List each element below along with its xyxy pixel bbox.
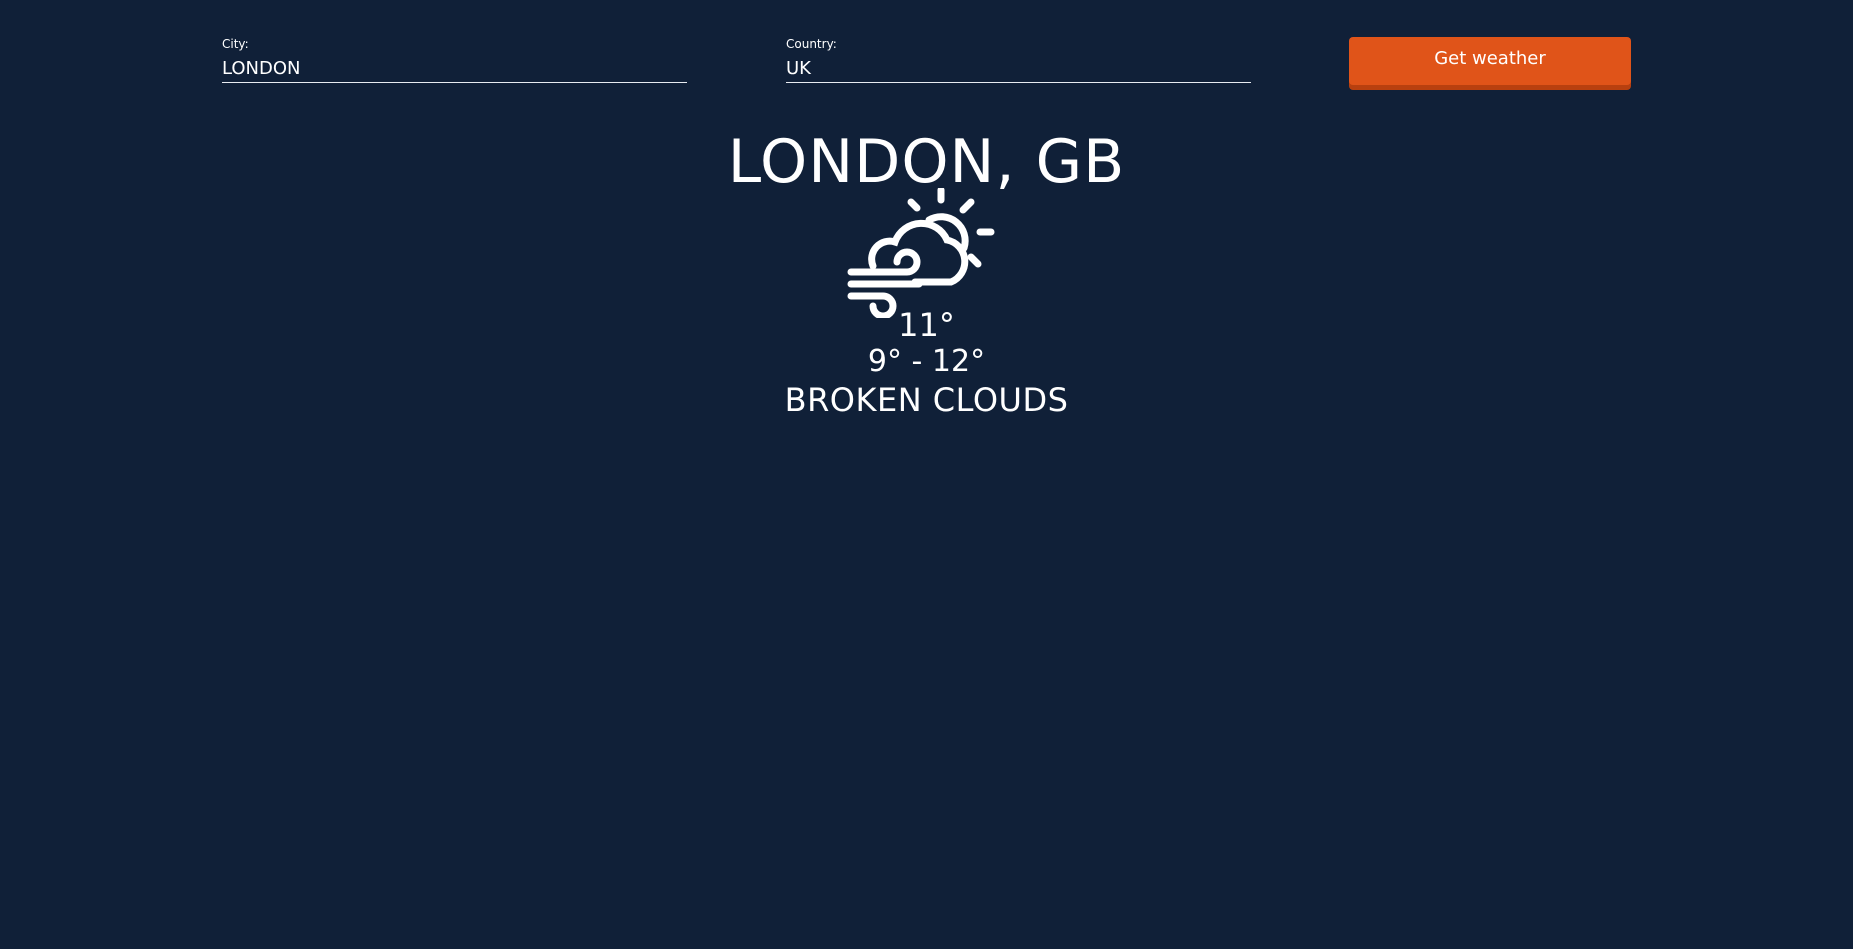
get-weather-button[interactable]: Get weather bbox=[1349, 37, 1631, 85]
location-title: LONDON, GB bbox=[727, 127, 1126, 197]
wind-cloud-sun-icon bbox=[847, 188, 994, 318]
current-temperature: 11° bbox=[898, 306, 955, 344]
city-input[interactable] bbox=[222, 55, 687, 83]
temperature-range: 9° - 12° bbox=[867, 344, 986, 379]
country-field: Country: bbox=[786, 36, 1251, 83]
city-label: City: bbox=[222, 37, 249, 51]
search-form: City: Country: Get weather bbox=[0, 0, 1853, 100]
city-field: City: bbox=[222, 36, 687, 83]
country-label: Country: bbox=[786, 37, 837, 51]
country-input[interactable] bbox=[786, 55, 1251, 83]
weather-result: LONDON, GB 11° 9° - 12° BROKEN CLOUDS bbox=[0, 126, 1853, 420]
weather-description: BROKEN CLOUDS bbox=[784, 381, 1069, 419]
